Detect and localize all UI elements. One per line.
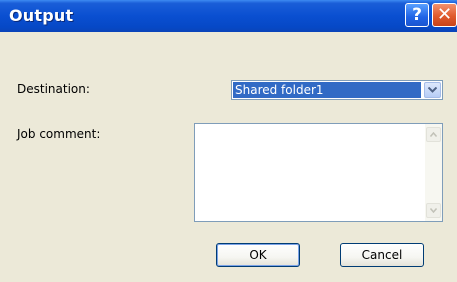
ok-button[interactable]: OK: [216, 243, 300, 267]
job-comment-label: Job comment:: [17, 127, 101, 141]
destination-label: Destination:: [17, 82, 90, 96]
help-icon: ?: [412, 4, 422, 25]
scroll-down-button[interactable]: [426, 203, 441, 218]
close-icon: ✕: [436, 4, 453, 25]
close-button[interactable]: ✕: [432, 3, 457, 27]
chevron-down-icon: [428, 87, 437, 93]
help-button[interactable]: ?: [405, 3, 429, 27]
cancel-button[interactable]: Cancel: [340, 243, 424, 267]
title-bar[interactable]: Output ? ✕: [0, 0, 457, 32]
destination-dropdown-button[interactable]: [424, 82, 441, 98]
scroll-down-icon: [430, 208, 437, 213]
output-dialog: Output ? ✕ Destination: Shared folder1 J…: [0, 0, 457, 282]
destination-select[interactable]: Shared folder1: [231, 80, 443, 100]
job-comment-scrollbar[interactable]: [425, 124, 442, 221]
scroll-up-button[interactable]: [426, 127, 441, 142]
job-comment-textarea[interactable]: [194, 123, 443, 222]
destination-selected-value[interactable]: Shared folder1: [233, 82, 421, 98]
scroll-up-icon: [430, 132, 437, 137]
dialog-title: Output: [9, 6, 74, 25]
